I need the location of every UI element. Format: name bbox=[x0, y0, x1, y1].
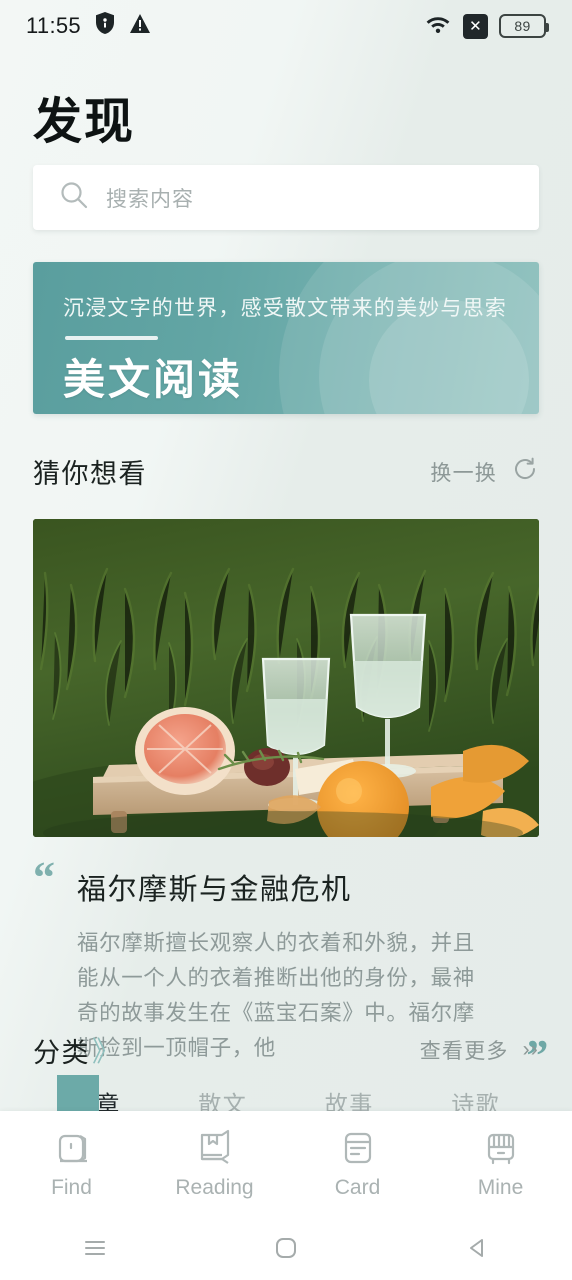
tab-label: Card bbox=[334, 1176, 381, 1199]
status-bar-left: 11:55 bbox=[26, 11, 151, 41]
tab-label: Mine bbox=[477, 1176, 524, 1199]
battery-icon: 89 bbox=[499, 14, 549, 38]
search-bar[interactable]: 搜索内容 bbox=[33, 165, 539, 230]
banner-divider bbox=[65, 336, 158, 340]
battery-level: 89 bbox=[514, 18, 531, 34]
search-icon bbox=[59, 180, 89, 215]
banner-title: 美文阅读 bbox=[63, 358, 244, 404]
compass-icon bbox=[51, 1127, 93, 1169]
categories-section-header: 分类 》 查看更多 ›› bbox=[33, 1030, 539, 1070]
promo-banner[interactable]: 沉浸文字的世界，感受散文带来的美妙与思索 美文阅读 bbox=[33, 262, 539, 414]
tab-mine[interactable]: Mine bbox=[429, 1127, 572, 1200]
recommendation-image[interactable] bbox=[33, 519, 539, 837]
tab-label: Find bbox=[51, 1176, 92, 1199]
guess-section-header: 猜你想看 换一换 bbox=[33, 452, 539, 491]
status-bar: 11:55 ✕ 89 bbox=[0, 0, 572, 52]
tab-find[interactable]: Find bbox=[0, 1127, 143, 1200]
wifi-icon bbox=[424, 12, 452, 40]
chevron-right-icon: 》 bbox=[92, 1036, 121, 1067]
back-button[interactable] bbox=[381, 1235, 572, 1261]
home-button[interactable] bbox=[191, 1235, 382, 1261]
guess-section-title: 猜你想看 bbox=[33, 459, 147, 489]
x-box-icon: ✕ bbox=[463, 13, 488, 39]
shield-icon bbox=[95, 11, 115, 41]
book-icon bbox=[194, 1127, 236, 1169]
view-more-label: 查看更多 bbox=[419, 1040, 509, 1063]
refresh-icon bbox=[511, 455, 539, 489]
bottom-tab-bar: Find Reading Card Mine bbox=[0, 1111, 572, 1216]
search-input[interactable]: 搜索内容 bbox=[106, 183, 194, 213]
page-title: 发现 bbox=[33, 94, 136, 149]
status-time: 11:55 bbox=[26, 13, 81, 38]
tab-label: Reading bbox=[175, 1176, 254, 1199]
categories-section-title: 分类 bbox=[33, 1037, 90, 1068]
double-chevron-right-icon: ›› bbox=[522, 1038, 539, 1061]
bookshelf-icon bbox=[480, 1127, 522, 1169]
tab-card[interactable]: Card bbox=[286, 1127, 429, 1200]
warning-icon bbox=[129, 13, 151, 40]
status-bar-right: ✕ 89 bbox=[424, 12, 549, 40]
card-icon bbox=[337, 1127, 379, 1169]
recommendation-title: 福尔摩斯与金融危机 bbox=[77, 874, 352, 906]
tab-reading[interactable]: Reading bbox=[143, 1127, 286, 1200]
quote-open-icon: “ bbox=[33, 853, 55, 902]
view-more-categories-button[interactable]: 查看更多 ›› bbox=[420, 1035, 539, 1065]
refresh-label: 换一换 bbox=[430, 461, 497, 485]
banner-content: 沉浸文字的世界，感受散文带来的美妙与思索 美文阅读 bbox=[33, 262, 539, 407]
recents-button[interactable] bbox=[0, 1236, 191, 1260]
refresh-recommendations-button[interactable]: 换一换 bbox=[430, 455, 539, 489]
app-screen: 11:55 ✕ 89 发现 搜索内容 沉浸文字的世界，感受散文带来的美妙与思索 … bbox=[0, 0, 572, 1280]
recommendation-title-row: “ 福尔摩斯与金融危机 bbox=[33, 853, 539, 908]
android-navigation-bar bbox=[0, 1216, 572, 1280]
banner-subtitle: 沉浸文字的世界，感受散文带来的美妙与思索 bbox=[63, 297, 507, 320]
